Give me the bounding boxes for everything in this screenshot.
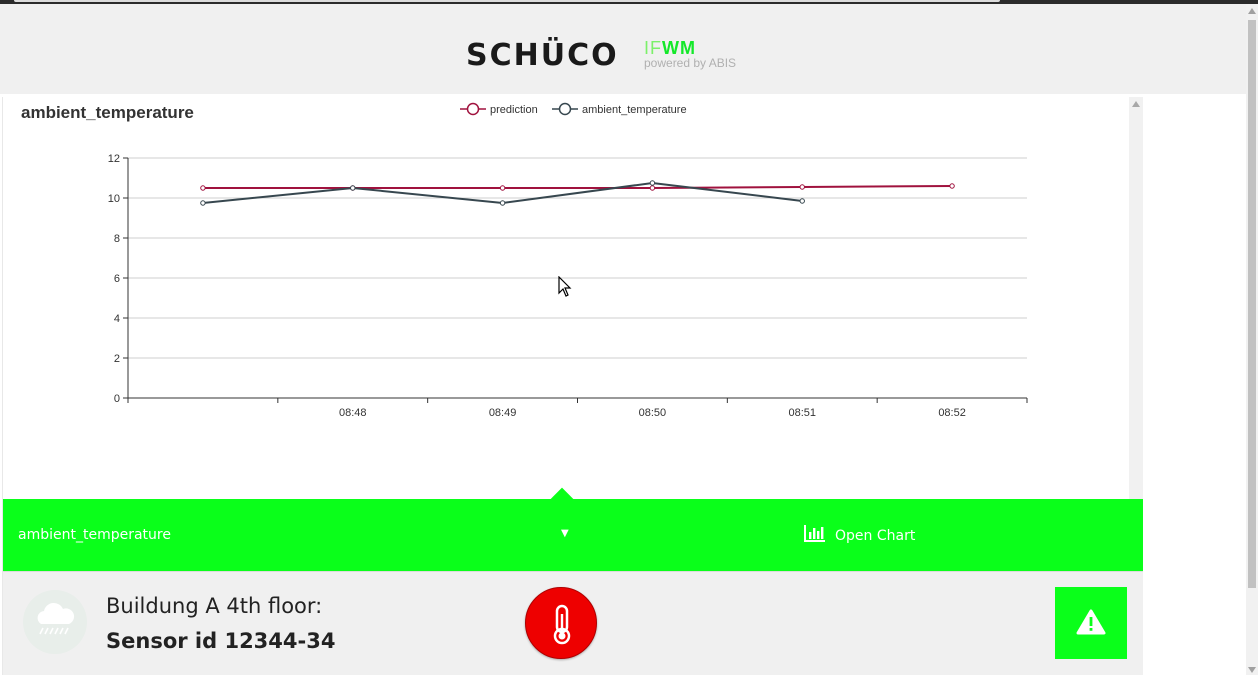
- brand-name: SCHÜCO: [466, 38, 619, 73]
- data-point-ambient_temperature: [799, 198, 805, 204]
- building-label: Buildung A 4th floor:: [106, 594, 323, 618]
- data-point-prediction: [949, 183, 955, 189]
- data-point-prediction: [499, 185, 506, 191]
- legend-label: prediction: [490, 104, 538, 116]
- data-point-ambient_temperature: [350, 185, 356, 191]
- open-chart-label: Open Chart: [835, 528, 916, 544]
- y-tick-label: 12: [108, 153, 120, 165]
- thermometer-status-button[interactable]: [525, 587, 597, 659]
- x-tick-label: 08:52: [938, 407, 966, 419]
- sensor-id: Sensor id 12344-34: [106, 629, 336, 653]
- y-tick-label: 6: [114, 273, 120, 285]
- product-prefix: IF: [644, 38, 662, 58]
- alert-button[interactable]: [1055, 587, 1127, 659]
- product-suffix: WM: [662, 38, 696, 58]
- sensor-panel: ambient_temperature 0 2 4 6 8 10 12 08:48 08:49 0…: [2, 97, 1143, 675]
- page-scrollbar[interactable]: [1246, 4, 1258, 675]
- warning-icon: [1076, 609, 1106, 635]
- x-tick-label: 08:49: [489, 407, 517, 419]
- data-point-prediction: [799, 184, 805, 190]
- x-tick-label: 08:48: [339, 407, 367, 419]
- tab-strip: [14, 0, 1000, 2]
- thermometer-icon: [553, 604, 571, 645]
- chart-area: ambient_temperature 0 2 4 6 8 10 12 08:48 08:49 0…: [3, 97, 1129, 499]
- line-chart: 0 2 4 6 8 10 12 08:48 08:49 08:50 08:51 08:52 predic…: [108, 102, 1028, 419]
- chevron-down-icon: ▼: [561, 528, 569, 539]
- y-tick-label: 10: [108, 193, 120, 205]
- scroll-thumb[interactable]: [1248, 20, 1256, 588]
- sensor-control-bar: ambient_temperature ▼ Open Chart: [3, 487, 1143, 571]
- data-point-ambient_temperature: [200, 200, 206, 206]
- y-tick-label: 2: [114, 353, 120, 365]
- chart-scrollbar[interactable]: [1129, 97, 1143, 499]
- mouse-pointer-icon: [558, 276, 572, 297]
- bar-chart-icon: [803, 523, 827, 547]
- legend-marker: [558, 102, 572, 116]
- y-tick-label: 8: [114, 233, 120, 245]
- scroll-up-arrow-icon[interactable]: [1132, 101, 1140, 107]
- x-tick-label: 08:51: [788, 407, 816, 419]
- cloud-rain-icon: [23, 590, 87, 654]
- y-tick-label: 4: [114, 313, 120, 325]
- sensor-info-footer: Buildung A 4th floor: Sensor id 12344-34: [3, 571, 1143, 675]
- legend-marker: [466, 102, 480, 116]
- data-point-ambient_temperature: [649, 180, 656, 186]
- scroll-down-icon[interactable]: [1248, 667, 1256, 673]
- legend-label: ambient_temperature: [582, 104, 687, 116]
- powered-by: powered by ABIS: [644, 56, 737, 70]
- x-tick-label: 08:50: [639, 407, 667, 419]
- scroll-up-icon[interactable]: [1248, 8, 1256, 14]
- data-point-prediction: [649, 185, 656, 191]
- data-point-ambient_temperature: [499, 200, 506, 206]
- y-tick-label: 0: [114, 393, 120, 405]
- sensor-select[interactable]: ambient_temperature ▼: [18, 525, 578, 547]
- series-line-prediction: [202, 185, 953, 189]
- app-header: SCHÜCO IFWM powered by ABIS: [0, 4, 1246, 94]
- data-point-prediction: [200, 185, 206, 191]
- sensor-select-value: ambient_temperature: [18, 527, 171, 543]
